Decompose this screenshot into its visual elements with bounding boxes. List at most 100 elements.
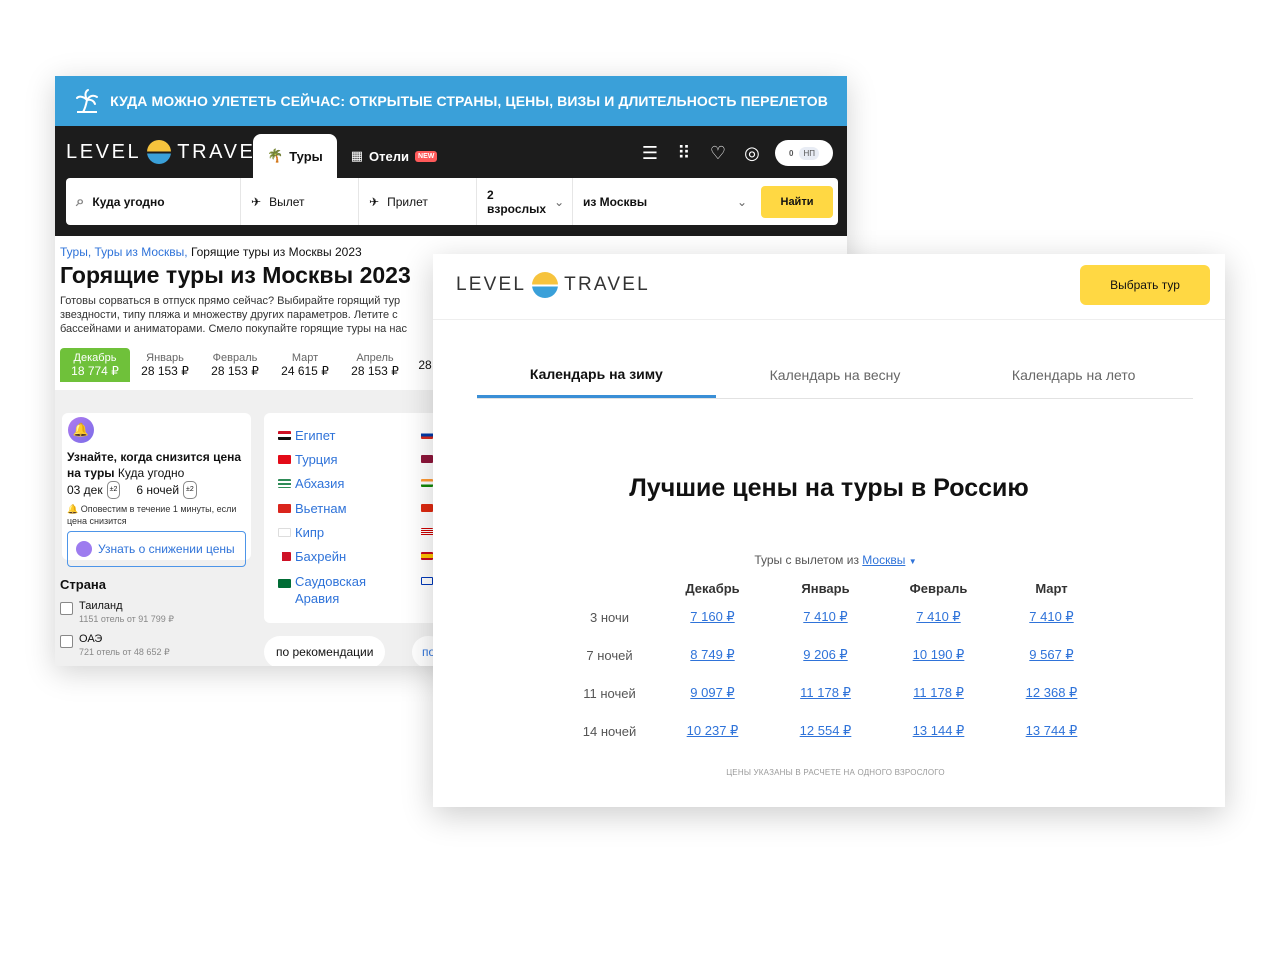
month-tab[interactable]: Февраль 28 153 ₽ <box>200 348 270 382</box>
table-row: 3 ночи 7 160 ₽ 7 410 ₽ 7 410 ₽ 7 410 ₽ <box>563 598 1108 636</box>
caret-down-icon[interactable]: ▼ <box>909 557 917 566</box>
country-name: Таиланд <box>79 600 123 612</box>
guests-select[interactable]: 2 взрослых ⌄ <box>477 178 573 225</box>
support-icon[interactable]: ◎ <box>741 142 763 164</box>
country-filter-item[interactable]: ОАЭ 721 отель от 48 652 ₽ <box>60 633 170 658</box>
price-link[interactable]: 7 410 ₽ <box>1029 609 1073 624</box>
month-tab[interactable]: Апрель 28 153 ₽ <box>340 348 410 382</box>
alert-note: 🔔 Оповестим в течение 1 минуты, если цен… <box>67 503 246 527</box>
destination-link[interactable]: Кипр <box>278 524 324 541</box>
departure-label: Туры с вылетом из <box>754 553 859 567</box>
plane-departure-icon: ✈ <box>251 194 262 209</box>
from-city-select[interactable]: из Москвы ⌄ <box>573 178 757 225</box>
bahrain-flag-icon <box>278 552 291 561</box>
tab-hotels[interactable]: ▦ Отели NEW <box>337 134 452 178</box>
checkbox[interactable] <box>60 602 73 615</box>
price-link[interactable]: 7 410 ₽ <box>803 609 847 624</box>
login-count: 0 <box>789 148 794 158</box>
checkbox[interactable] <box>60 635 73 648</box>
choose-tour-button[interactable]: Выбрать тур <box>1080 265 1210 305</box>
logo-left-text: LEVEL <box>66 140 142 163</box>
month-tab[interactable]: Март 24 615 ₽ <box>270 348 340 382</box>
alert-dates: 03 дек ±2 6 ночей ±2 <box>67 481 246 499</box>
destination-value: Куда угодно <box>92 194 165 209</box>
arrival-placeholder: Прилет <box>387 194 428 209</box>
table-header-row: Декабрь Январь Февраль Март <box>563 578 1108 598</box>
price-link[interactable]: 11 178 ₽ <box>800 685 851 700</box>
destination-link[interactable]: Вьетнам <box>278 500 347 517</box>
price-alert-button[interactable]: Узнать о снижении цены <box>67 531 246 567</box>
price-link[interactable]: 10 237 ₽ <box>687 723 739 738</box>
alert-nights: 6 ночей <box>136 483 180 497</box>
promo-banner[interactable]: КУДА МОЖНО УЛЕТЕТЬ СЕЙЧАС: ОТКРЫТЫЕ СТРА… <box>55 76 847 126</box>
departure-city-link[interactable]: Москвы <box>862 553 905 567</box>
destination-link[interactable]: Бахрейн <box>278 548 346 565</box>
sri-lanka-flag-icon <box>421 455 433 463</box>
column-header: Декабрь <box>685 580 740 596</box>
destination-name: Кипр <box>295 525 325 540</box>
chevron-down-icon: ⌄ <box>736 194 747 209</box>
chat-icon[interactable]: ☰ <box>639 142 661 164</box>
tab-winter[interactable]: Календарь на зиму <box>477 352 716 398</box>
arrival-field[interactable]: ✈ Прилет <box>359 178 477 225</box>
breadcrumb-tours[interactable]: Туры, <box>60 245 91 259</box>
country-filter-item[interactable]: Таиланд 1151 отель от 91 799 ₽ <box>60 600 174 625</box>
destination-link[interactable]: Абхазия <box>278 475 344 492</box>
level-travel-logo[interactable]: LEVEL TRAVEL <box>456 272 650 298</box>
turkey-flag-icon <box>278 455 291 464</box>
price-link[interactable]: 10 190 ₽ <box>913 647 965 662</box>
month-price: 28 153 ₽ <box>351 364 399 378</box>
destination-link[interactable]: Египет <box>278 427 335 444</box>
departure-field[interactable]: ✈ Вылет <box>241 178 359 225</box>
section-title: Лучшие цены на туры в Россию <box>629 474 1029 502</box>
destination-name: Саудовская <box>295 574 367 589</box>
login-button[interactable]: 0 НП <box>775 140 833 166</box>
price-link[interactable]: 9 567 ₽ <box>1029 647 1073 662</box>
table-row: 14 ночей 10 237 ₽ 12 554 ₽ 13 144 ₽ 13 7… <box>563 712 1108 750</box>
month-tab[interactable]: Январь 28 153 ₽ <box>130 348 200 382</box>
heart-icon[interactable]: ♡ <box>707 142 729 164</box>
price-calendar-window: LEVEL TRAVEL Выбрать тур Календарь на зи… <box>433 254 1225 807</box>
table-row: 11 ночей 9 097 ₽ 11 178 ₽ 11 178 ₽ 12 36… <box>563 674 1108 712</box>
page-title: Горящие туры из Москвы 2023 <box>60 262 411 288</box>
logo-right-text: TRAVEL <box>564 274 650 295</box>
departure-city-line: Туры с вылетом из Москвы ▼ <box>433 553 1238 567</box>
sun-logo-icon <box>147 140 172 164</box>
nights-label: 7 ночей <box>586 647 633 663</box>
sun-logo-icon <box>532 272 559 298</box>
departure-placeholder: Вылет <box>269 194 305 209</box>
destination-link[interactable]: Турция <box>278 451 338 468</box>
month-price: 28 153 ₽ <box>211 364 259 378</box>
intro-text: Готовы сорваться в отпуск прямо сейчас? … <box>60 295 408 335</box>
destination-link[interactable]: Саудовская Аравия <box>278 573 366 607</box>
destination-field[interactable]: ⌕ Куда угодно <box>66 178 241 225</box>
price-link[interactable]: 11 178 ₽ <box>913 685 964 700</box>
destination-name-line2: Аравия <box>295 591 340 606</box>
price-link[interactable]: 9 097 ₽ <box>690 685 734 700</box>
price-link[interactable]: 7 160 ₽ <box>690 609 734 624</box>
nights-label: 3 ночи <box>590 609 629 625</box>
alert-note-text: Оповестим в течение 1 минуты, если цена … <box>67 504 237 526</box>
find-button[interactable]: Найти <box>761 185 833 218</box>
price-link[interactable]: 13 144 ₽ <box>913 723 965 738</box>
tab-tours[interactable]: 🌴 Туры <box>253 134 337 178</box>
price-link[interactable]: 8 749 ₽ <box>690 647 734 662</box>
price-link[interactable]: 12 554 ₽ <box>800 723 852 738</box>
price-link[interactable]: 9 206 ₽ <box>803 647 847 662</box>
tab-summer[interactable]: Календарь на лето <box>954 352 1193 398</box>
alert-title: Узнайте, когда снизится цена на туры Куд… <box>67 449 246 481</box>
price-link[interactable]: 7 410 ₽ <box>916 609 960 624</box>
sort-recommended-button[interactable]: по рекомендации <box>264 636 386 666</box>
apps-grid-icon[interactable]: ⠿ <box>673 142 695 164</box>
breadcrumb-tours-moscow[interactable]: Туры из Москвы, <box>95 245 188 259</box>
level-travel-logo[interactable]: LEVEL TRAVEL <box>66 140 269 164</box>
tab-hotels-label: Отели <box>369 148 410 164</box>
column-header: Январь <box>801 580 850 596</box>
price-link[interactable]: 13 744 ₽ <box>1026 723 1078 738</box>
month-tab[interactable]: Декабрь 18 774 ₽ <box>60 348 130 382</box>
season-tabs: Календарь на зиму Календарь на весну Кал… <box>477 352 1193 399</box>
cyprus-flag-icon <box>278 528 291 537</box>
month-price: 18 774 ₽ <box>71 364 119 378</box>
price-link[interactable]: 12 368 ₽ <box>1026 685 1078 700</box>
tab-spring[interactable]: Календарь на весну <box>716 352 955 398</box>
